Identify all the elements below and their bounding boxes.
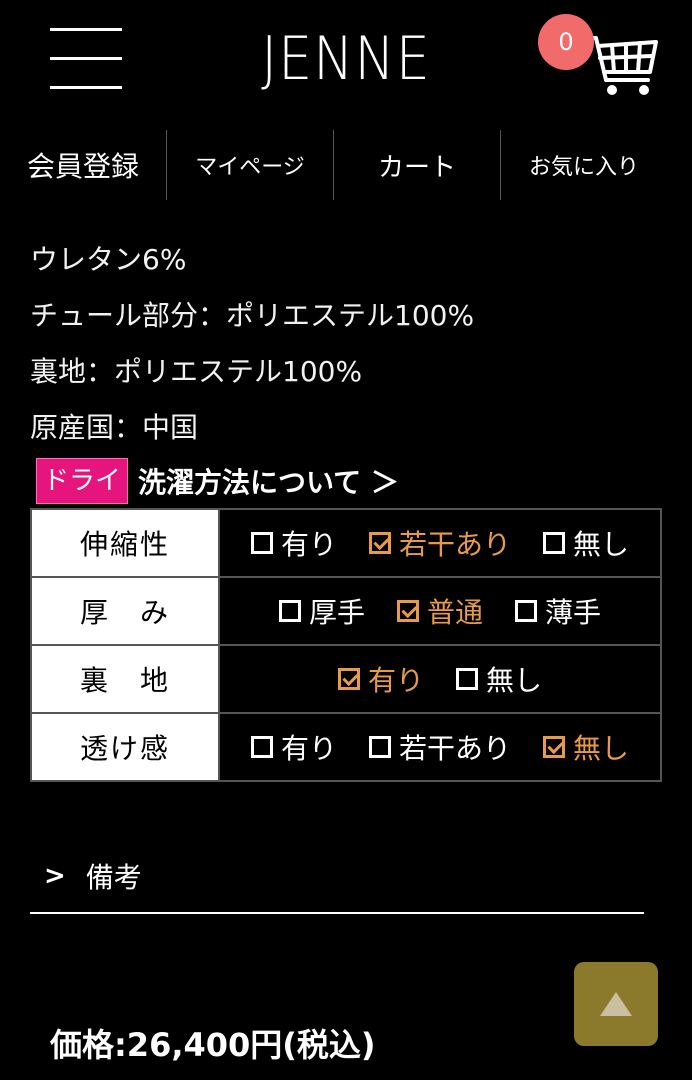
material-line: チュール部分：ポリエステル100% (30, 299, 475, 332)
remarks-accordion[interactable]: > 備考 (30, 840, 644, 914)
option-item: 無し (543, 523, 629, 563)
option-item: 若干あり (368, 523, 511, 563)
checkbox-icon (368, 736, 391, 758)
spec-label: 透け感 (30, 712, 220, 782)
care-info: ドライ 洗濯方法について ＞ (36, 458, 399, 504)
nav-my-page[interactable]: マイページ (166, 130, 333, 200)
spec-options: 有り 若干あり 無し (218, 712, 662, 782)
option-item: 普通 (396, 591, 483, 631)
option-item: 無し (543, 727, 629, 767)
option-item: 若干あり (368, 727, 511, 767)
checkbox-checked-icon (396, 600, 419, 622)
cart-button[interactable]: 0 (538, 14, 662, 104)
option-item: 有り (250, 727, 337, 767)
nav-favorites[interactable]: お気に入り (500, 130, 667, 200)
checkbox-checked-icon (543, 736, 565, 758)
spec-options: 有り 無し (218, 644, 662, 714)
checkbox-icon (456, 668, 478, 690)
product-page: JENNE 0 会員登録 マイページ カート お気に入り ウレタン6% チュール… (0, 0, 692, 1080)
table-row: 厚 み 厚手 普通 薄手 (30, 576, 662, 646)
spec-options: 厚手 普通 薄手 (218, 576, 662, 646)
spec-label: 裏 地 (30, 644, 220, 714)
spec-table: 伸縮性 有り 若干あり 無し 厚 み 厚手 普通 薄手 裏 地 有り 無し 透け… (30, 508, 662, 782)
checkbox-icon (250, 532, 273, 554)
spec-options: 有り 若干あり 無し (218, 508, 662, 578)
checkbox-checked-icon (368, 532, 391, 554)
chevron-right-icon: > (44, 861, 66, 891)
table-row: 伸縮性 有り 若干あり 無し (30, 508, 662, 578)
nav-member-registration[interactable]: 会員登録 (0, 130, 166, 200)
option-item: 有り (337, 659, 424, 699)
back-to-top-button[interactable] (574, 962, 658, 1046)
origin-line: 原産国：中国 (30, 411, 199, 444)
table-row: 裏 地 有り 無し (30, 644, 662, 714)
checkbox-checked-icon (337, 668, 360, 690)
checkbox-icon (250, 736, 273, 758)
nav-cart[interactable]: カート (333, 130, 500, 200)
option-item: 有り (250, 523, 337, 563)
option-item: 無し (456, 659, 542, 699)
price-label: 価格:26,400円(税込) (50, 1026, 376, 1064)
dry-clean-badge: ドライ (36, 458, 129, 504)
material-line: 裏地：ポリエステル100% (30, 355, 363, 388)
checkbox-icon (543, 532, 565, 554)
washing-method-link[interactable]: 洗濯方法について ＞ (138, 461, 399, 501)
triangle-up-icon (600, 992, 632, 1016)
option-item: 厚手 (278, 591, 365, 631)
checkbox-icon (278, 600, 301, 622)
top-nav: 会員登録 マイページ カート お気に入り (0, 130, 692, 200)
spec-label: 厚 み (30, 576, 220, 646)
table-row: 透け感 有り 若干あり 無し (30, 712, 662, 782)
checkbox-icon (515, 600, 537, 622)
material-line: ウレタン6% (30, 243, 187, 276)
option-item: 薄手 (515, 591, 601, 631)
site-logo[interactable]: JENNE (256, 24, 436, 94)
cart-count-badge: 0 (538, 14, 594, 70)
spec-label: 伸縮性 (30, 508, 220, 578)
hamburger-menu-icon[interactable] (50, 28, 122, 90)
remarks-label: 備考 (85, 861, 142, 894)
site-header: JENNE 0 (0, 0, 692, 120)
